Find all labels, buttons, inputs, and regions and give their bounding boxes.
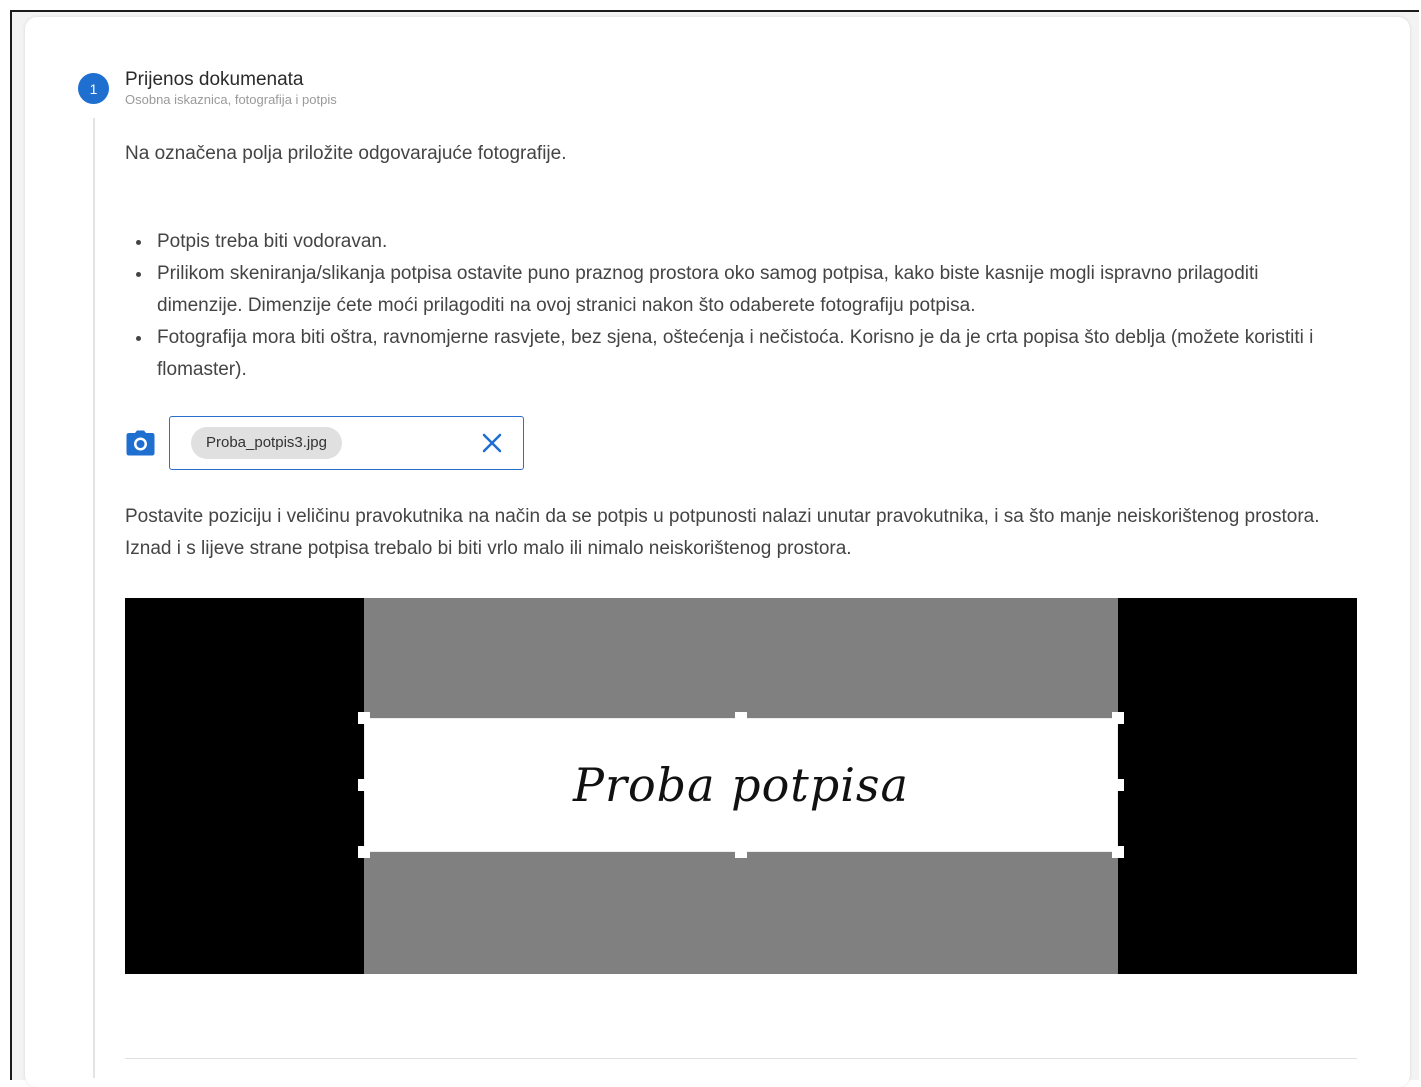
close-icon[interactable] [481, 432, 503, 454]
camera-icon[interactable] [126, 430, 155, 456]
crop-handle-bottom-left[interactable] [358, 846, 370, 858]
crop-handle-top[interactable] [735, 712, 747, 724]
signature-file-input[interactable]: Proba_potpis3.jpg [169, 416, 524, 470]
step-number-badge: 1 [78, 73, 109, 104]
crop-rectangle[interactable]: Proba potpisa [364, 718, 1118, 852]
signature-preview-text: Proba potpisa [573, 758, 909, 812]
rule-item: Prilikom skeniranja/slikanja potpisa ost… [125, 258, 1325, 322]
signature-cropper[interactable]: Proba potpisa [125, 598, 1357, 974]
crop-instructions: Postavite poziciju i veličinu pravokutni… [125, 506, 1320, 559]
crop-handle-top-right[interactable] [1112, 712, 1124, 724]
crop-handle-left[interactable] [358, 779, 370, 791]
crop-handle-right[interactable] [1112, 779, 1124, 791]
rule-item: Potpis treba biti vodoravan. [125, 226, 1325, 258]
file-chip: Proba_potpis3.jpg [191, 427, 342, 459]
signature-rules-list: Potpis treba biti vodoravan. Prilikom sk… [125, 226, 1325, 386]
rule-item: Fotografija mora biti oštra, ravnomjerne… [125, 322, 1325, 386]
step-subtitle: Osobna iskaznica, fotografija i potpis [125, 92, 337, 107]
crop-handle-bottom-right[interactable] [1112, 846, 1124, 858]
crop-handle-top-left[interactable] [358, 712, 370, 724]
step-title: Prijenos dokumenata [125, 69, 304, 90]
step-connector-line [93, 118, 95, 1078]
intro-text: Na označena polja priložite odgovarajuće… [125, 143, 567, 164]
crop-handle-bottom[interactable] [735, 846, 747, 858]
section-divider [125, 1058, 1357, 1059]
